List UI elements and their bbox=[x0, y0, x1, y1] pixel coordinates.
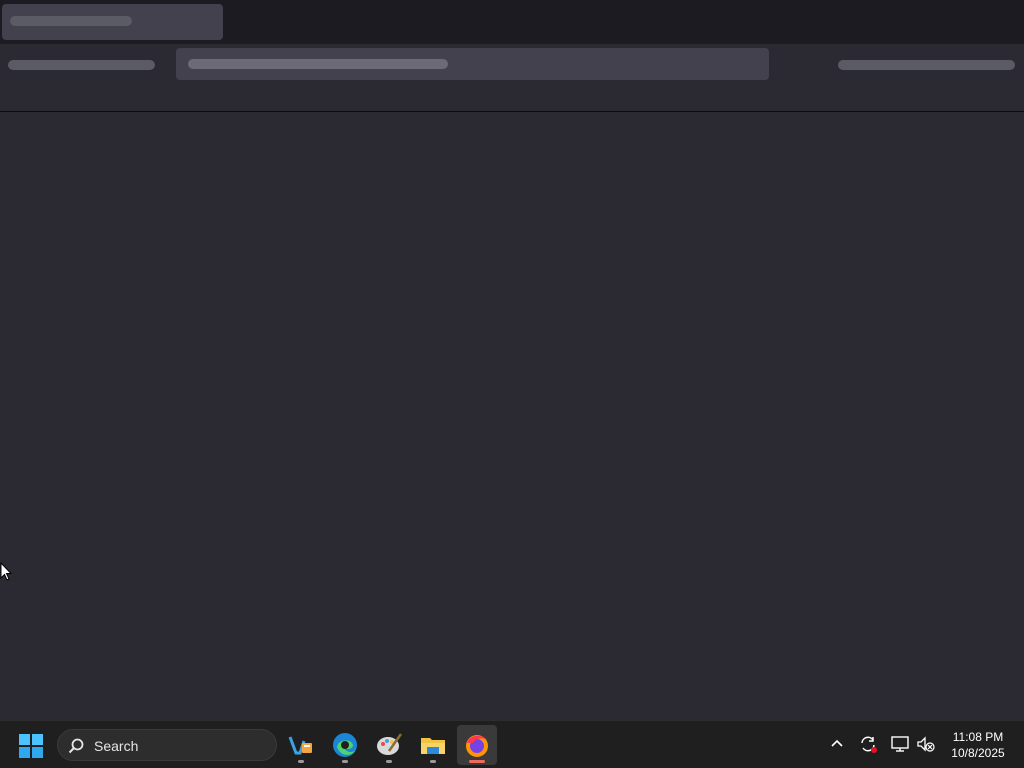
paint-palette-icon bbox=[377, 733, 403, 755]
mouse-cursor-icon bbox=[0, 562, 12, 581]
search-placeholder: Search bbox=[94, 738, 139, 754]
tab-title-placeholder bbox=[10, 16, 132, 26]
nav-buttons-placeholder bbox=[8, 60, 155, 70]
address-bar-placeholder bbox=[188, 59, 448, 69]
address-bar[interactable] bbox=[176, 48, 769, 80]
sync-update-icon[interactable] bbox=[857, 733, 879, 755]
taskbar-clock[interactable]: 11:08 PM 10/8/2025 bbox=[944, 729, 1012, 761]
browser-tab-strip bbox=[0, 0, 1024, 44]
app-running-indicator bbox=[430, 760, 436, 763]
file-explorer-app-button[interactable] bbox=[413, 725, 453, 765]
edge-browser-app-button[interactable] bbox=[325, 725, 365, 765]
show-hidden-icons-chevron-up-icon[interactable] bbox=[826, 733, 848, 755]
search-icon bbox=[68, 738, 84, 754]
firefox-app-button[interactable] bbox=[457, 725, 497, 765]
app-running-indicator bbox=[298, 760, 304, 763]
volume-muted-icon[interactable] bbox=[915, 733, 937, 755]
network-monitor-icon[interactable] bbox=[889, 733, 911, 755]
browser-tab-loading[interactable] bbox=[2, 4, 223, 40]
app-running-indicator bbox=[386, 760, 392, 763]
paint-app-button[interactable] bbox=[369, 725, 409, 765]
windows-taskbar: Search 11:08 PM 10/8/2025 bbox=[0, 720, 1024, 768]
clock-date: 10/8/2025 bbox=[951, 746, 1005, 760]
edge-icon bbox=[333, 733, 357, 757]
folder-icon bbox=[421, 738, 445, 754]
page-content-area[interactable] bbox=[0, 113, 1024, 721]
taskbar-search-box[interactable]: Search bbox=[57, 729, 277, 761]
browser-toolbar bbox=[0, 44, 1024, 112]
firefox-icon bbox=[466, 735, 488, 757]
app-running-indicator bbox=[342, 760, 348, 763]
vscode-app-button[interactable] bbox=[281, 725, 321, 765]
toolbar-actions-placeholder bbox=[838, 60, 1015, 70]
clock-time: 11:08 PM bbox=[952, 730, 1004, 744]
app-active-indicator bbox=[469, 760, 485, 763]
vscode-icon bbox=[288, 736, 312, 755]
windows-start-icon[interactable] bbox=[18, 733, 44, 759]
